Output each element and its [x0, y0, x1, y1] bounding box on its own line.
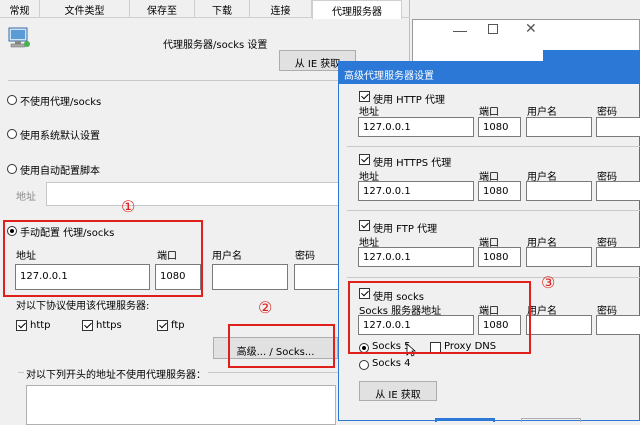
- http-username-input[interactable]: [526, 117, 592, 137]
- dialog-title-bar: 高级代理服务器设置: [339, 62, 640, 84]
- tab-proxy[interactable]: 代理服务器: [312, 0, 402, 19]
- tab-file-types[interactable]: 文件类型: [40, 0, 130, 17]
- http-label: http: [30, 320, 51, 331]
- divider: [347, 277, 640, 278]
- ftp-username-input[interactable]: [526, 247, 592, 267]
- annotation-box-1: [3, 220, 203, 297]
- http-address-input[interactable]: 127.0.0.1: [358, 117, 474, 137]
- username-column-label: 用户名: [212, 251, 242, 262]
- socks-username-input[interactable]: [526, 315, 592, 335]
- http-password-input[interactable]: [596, 117, 640, 137]
- exclude-label: 对以下列开头的地址不使用代理服务器：: [24, 366, 208, 381]
- use-ftp-label: 使用 FTP 代理: [373, 224, 438, 235]
- dialog-title: 高级代理服务器设置: [344, 71, 434, 82]
- tab-connection[interactable]: 连接: [250, 0, 312, 17]
- advanced-proxy-dialog: 高级代理服务器设置 使用 HTTP 代理 地址 端口 用户名 密码 127.0.…: [338, 61, 640, 422]
- ftp-checkbox[interactable]: [157, 320, 168, 331]
- https-username-input[interactable]: [526, 181, 592, 201]
- divider: [347, 146, 640, 147]
- https-checkbox[interactable]: [82, 320, 93, 331]
- protocols-label: 对以下协议使用该代理服务器:: [16, 301, 150, 312]
- annotation-box-3: [348, 281, 531, 354]
- use-ftp-checkbox[interactable]: [359, 220, 370, 231]
- tab-save-to[interactable]: 保存至: [130, 0, 195, 17]
- proxy-password-input[interactable]: [294, 264, 344, 290]
- http-port-label: 端口: [479, 107, 499, 118]
- http-username-label: 用户名: [527, 107, 557, 118]
- radio-system-default-label: 使用系统默认设置: [20, 131, 100, 142]
- use-https-checkbox[interactable]: [359, 154, 370, 165]
- radio-no-proxy[interactable]: [7, 95, 17, 105]
- password-column-label: 密码: [295, 251, 315, 262]
- ok-button-partial[interactable]: [435, 418, 495, 422]
- annotation-box-2: [228, 324, 335, 368]
- use-http-checkbox[interactable]: [359, 91, 370, 102]
- https-password-input[interactable]: [596, 181, 640, 201]
- adv-get-from-ie-button[interactable]: 从 IE 获取: [359, 381, 437, 401]
- maximize-button[interactable]: [488, 24, 498, 34]
- minimize-button[interactable]: [453, 31, 467, 32]
- https-address-input[interactable]: 127.0.0.1: [358, 181, 474, 201]
- proxy-username-input[interactable]: [212, 264, 288, 290]
- socks-password-input[interactable]: [596, 315, 640, 335]
- http-address-label: 地址: [359, 107, 379, 118]
- script-address-label: 地址: [16, 192, 36, 203]
- tab-general[interactable]: 常规: [0, 0, 40, 17]
- ftp-password-input[interactable]: [596, 247, 640, 267]
- annotation-2: ②: [258, 298, 273, 317]
- close-icon[interactable]: ✕: [525, 21, 537, 37]
- radio-auto-script-label: 使用自动配置脚本: [20, 166, 100, 177]
- divider: [347, 210, 640, 211]
- annotation-1: ①: [121, 197, 136, 216]
- socks4-label: Socks 4: [372, 358, 411, 369]
- exclude-list-input[interactable]: [26, 385, 336, 425]
- https-label: https: [96, 320, 122, 331]
- network-computer-icon: [6, 26, 32, 50]
- page-title: 代理服务器/socks 设置: [163, 40, 268, 51]
- use-https-label: 使用 HTTPS 代理: [373, 158, 452, 169]
- annotation-3: ③: [541, 273, 556, 292]
- radio-system-default[interactable]: [7, 129, 17, 139]
- ftp-port-input[interactable]: 1080: [478, 247, 521, 267]
- ftp-address-input[interactable]: 127.0.0.1: [358, 247, 474, 267]
- use-http-label: 使用 HTTP 代理: [373, 95, 445, 106]
- radio-no-proxy-label: 不使用代理/socks: [20, 97, 102, 108]
- script-address-input[interactable]: [46, 182, 346, 206]
- cancel-button-partial[interactable]: [521, 418, 581, 422]
- ftp-label: ftp: [171, 320, 185, 331]
- socks4-radio[interactable]: [359, 360, 369, 370]
- https-port-input[interactable]: 1080: [478, 181, 521, 201]
- tab-bar: 常规 文件类型 保存至 下载 连接 代理服务器: [0, 0, 410, 19]
- http-password-label: 密码: [597, 107, 617, 118]
- tab-download[interactable]: 下载: [195, 0, 250, 17]
- http-checkbox[interactable]: [16, 320, 27, 331]
- radio-auto-script[interactable]: [7, 164, 17, 174]
- http-port-input[interactable]: 1080: [478, 117, 521, 137]
